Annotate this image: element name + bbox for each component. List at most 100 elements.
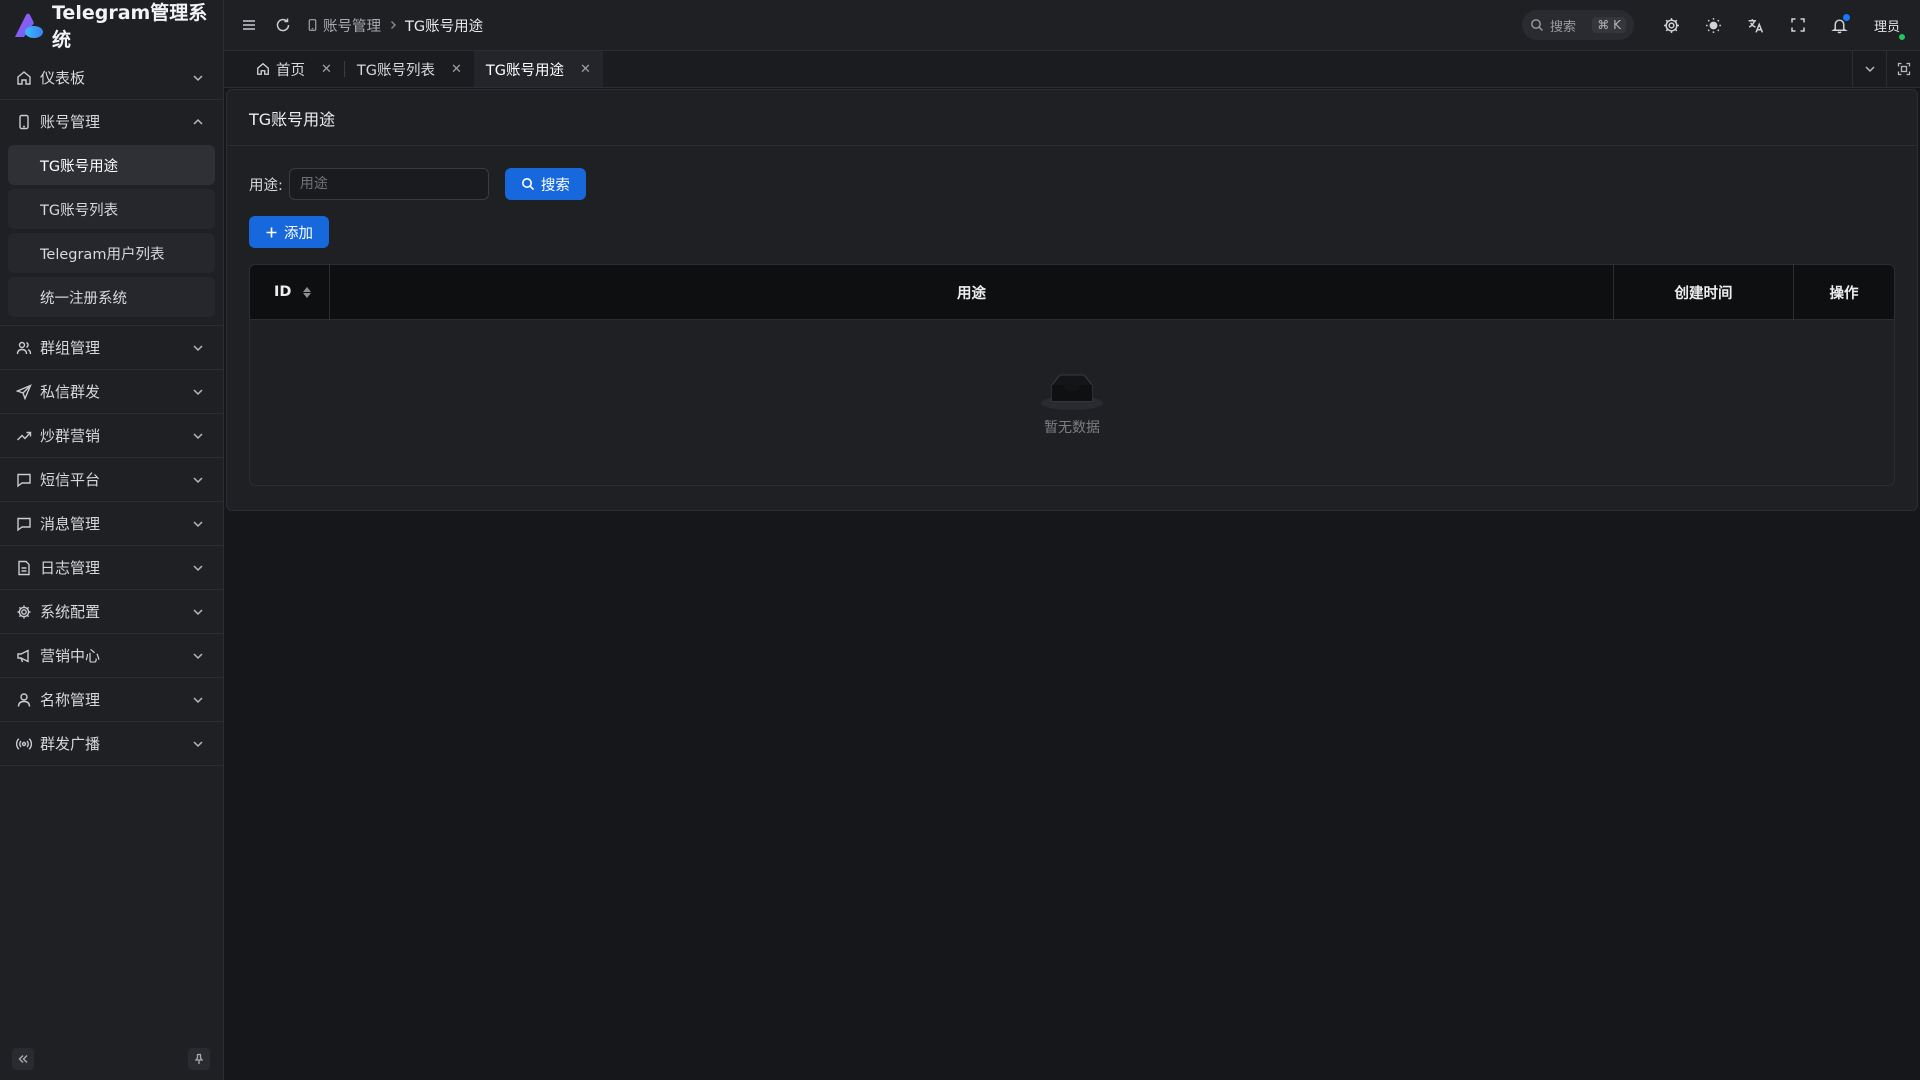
sidebar: Telegram管理系统 仪表板 账号管理 TG账号用途 TG账号列表 Tele… [0, 0, 224, 1080]
page-title: TG账号用途 [227, 90, 1917, 146]
sidebar-item-broadcast[interactable]: 群发广播 [0, 722, 223, 765]
collapse-sidebar-button[interactable] [12, 1048, 34, 1070]
tab-maximize-button[interactable] [1886, 51, 1920, 87]
purpose-input[interactable] [288, 168, 489, 200]
settings-button[interactable] [1654, 7, 1690, 43]
gear-icon [16, 604, 32, 620]
add-button-label: 添加 [284, 225, 313, 242]
send-icon [16, 383, 32, 400]
sidebar-group-logs: 日志管理 [0, 546, 223, 590]
translate-icon [1747, 17, 1764, 34]
breadcrumb-parent-label: 账号管理 [323, 18, 381, 35]
chevron-up-icon [191, 115, 205, 129]
refresh-button[interactable] [266, 8, 300, 42]
chevron-down-icon [191, 341, 205, 355]
sidebar-subitem-tg-account-purpose[interactable]: TG账号用途 [8, 145, 215, 185]
breadcrumb: 账号管理 TG账号用途 [306, 15, 483, 36]
user-name: 理员 [1873, 19, 1900, 35]
tab-bar: 首页 ✕ TG账号列表 ✕ TG账号用途 ✕ [224, 50, 1920, 88]
chevron-down-icon [191, 649, 205, 663]
column-header-purpose: 用途 [330, 265, 1614, 319]
sidebar-item-label: 消息管理 [40, 515, 101, 533]
table-header: ID 用途 创建时间 操作 [250, 265, 1894, 320]
sidebar-item-groups[interactable]: 群组管理 [0, 326, 223, 369]
sidebar-item-marketing-center[interactable]: 营销中心 [0, 634, 223, 677]
sidebar-item-label: 营销中心 [40, 647, 101, 665]
plus-icon [265, 226, 278, 239]
sidebar-footer [0, 1048, 224, 1072]
chevron-down-icon [191, 71, 205, 85]
sidebar-item-accounts[interactable]: 账号管理 [0, 100, 223, 143]
gear-icon [1663, 17, 1680, 34]
pin-sidebar-button[interactable] [188, 1048, 210, 1070]
menu-icon [241, 17, 257, 33]
close-icon[interactable]: ✕ [580, 62, 591, 77]
search-button[interactable]: 搜索 [504, 168, 586, 200]
theme-toggle-button[interactable] [1696, 7, 1732, 43]
empty-text: 暂无数据 [1044, 420, 1100, 436]
sidebar-group-marketing-center: 营销中心 [0, 634, 223, 678]
sidebar-item-names[interactable]: 名称管理 [0, 678, 223, 721]
app-logo[interactable]: Telegram管理系统 [0, 0, 223, 51]
sidebar-item-label: 群组管理 [40, 339, 101, 357]
user-menu[interactable]: 理员 [1873, 16, 1908, 41]
tab-label: 首页 [276, 62, 305, 79]
sidebar-item-label: 账号管理 [40, 113, 101, 131]
tab-tg-account-purpose[interactable]: TG账号用途 ✕ [473, 51, 603, 87]
megaphone-icon [16, 648, 32, 664]
fullscreen-button[interactable] [1780, 7, 1816, 43]
chevron-down-icon [191, 605, 205, 619]
sort-icon[interactable] [303, 286, 312, 298]
tab-label: TG账号用途 [485, 62, 564, 79]
top-header: 账号管理 TG账号用途 搜索 ⌘ K 理员 [224, 0, 1920, 50]
language-button[interactable] [1738, 7, 1774, 43]
chevron-down-icon [1863, 62, 1877, 76]
sidebar-item-private-messages[interactable]: 私信群发 [0, 370, 223, 413]
home-icon [256, 62, 270, 76]
search-placeholder: 搜索 [1549, 19, 1576, 35]
search-icon [521, 177, 535, 191]
sidebar-item-group-marketing[interactable]: 炒群营销 [0, 414, 223, 457]
column-header-id[interactable]: ID [250, 265, 330, 319]
sidebar-item-dashboard[interactable]: 仪表板 [0, 56, 223, 99]
sidebar-group-accounts: 账号管理 TG账号用途 TG账号列表 Telegram用户列表 统一注册系统 [0, 100, 223, 326]
chevron-down-icon [191, 561, 205, 575]
tab-dropdown-button[interactable] [1852, 51, 1886, 87]
notifications-button[interactable] [1822, 7, 1858, 43]
chevron-down-icon [191, 693, 205, 707]
user-icon [16, 692, 32, 708]
column-header-actions: 操作 [1829, 285, 1859, 302]
sidebar-group-group-marketing: 炒群营销 [0, 414, 223, 458]
add-button[interactable]: 添加 [249, 216, 329, 248]
chevron-right-icon [387, 19, 399, 31]
tab-tg-account-list[interactable]: TG账号列表 ✕ [345, 51, 474, 87]
home-icon [16, 70, 32, 86]
purpose-table: ID 用途 创建时间 操作 暂无数据 [249, 264, 1895, 486]
broadcast-icon [16, 736, 32, 752]
search-icon [1530, 18, 1544, 32]
breadcrumb-current: TG账号用途 [405, 18, 484, 35]
double-chevron-left-icon [17, 1053, 29, 1065]
phone-icon [306, 18, 319, 32]
sidebar-subitem-telegram-user-list[interactable]: Telegram用户列表 [8, 233, 215, 273]
sidebar-nav: 仪表板 账号管理 TG账号用途 TG账号列表 Telegram用户列表 统一注册… [0, 56, 223, 766]
trending-icon [16, 428, 32, 444]
sidebar-item-logs[interactable]: 日志管理 [0, 546, 223, 589]
close-icon[interactable]: ✕ [321, 62, 332, 77]
sidebar-subitem-unified-registration[interactable]: 统一注册系统 [8, 277, 215, 317]
logo-icon [12, 11, 44, 39]
sidebar-subitem-tg-account-list[interactable]: TG账号列表 [8, 189, 215, 229]
search-button-label: 搜索 [540, 177, 570, 194]
sidebar-group-messages: 消息管理 [0, 502, 223, 546]
menu-toggle-button[interactable] [232, 8, 266, 42]
sidebar-item-sms[interactable]: 短信平台 [0, 458, 223, 501]
sidebar-group-system-config: 系统配置 [0, 590, 223, 634]
breadcrumb-parent[interactable]: 账号管理 [306, 15, 381, 36]
sidebar-item-messages[interactable]: 消息管理 [0, 502, 223, 545]
sidebar-item-label: 名称管理 [40, 691, 101, 709]
search-shortcut: ⌘ K [1592, 17, 1626, 33]
tab-home[interactable]: 首页 ✕ [244, 51, 344, 87]
sidebar-item-system-config[interactable]: 系统配置 [0, 590, 223, 633]
close-icon[interactable]: ✕ [451, 62, 462, 77]
global-search[interactable]: 搜索 ⌘ K [1521, 10, 1634, 40]
